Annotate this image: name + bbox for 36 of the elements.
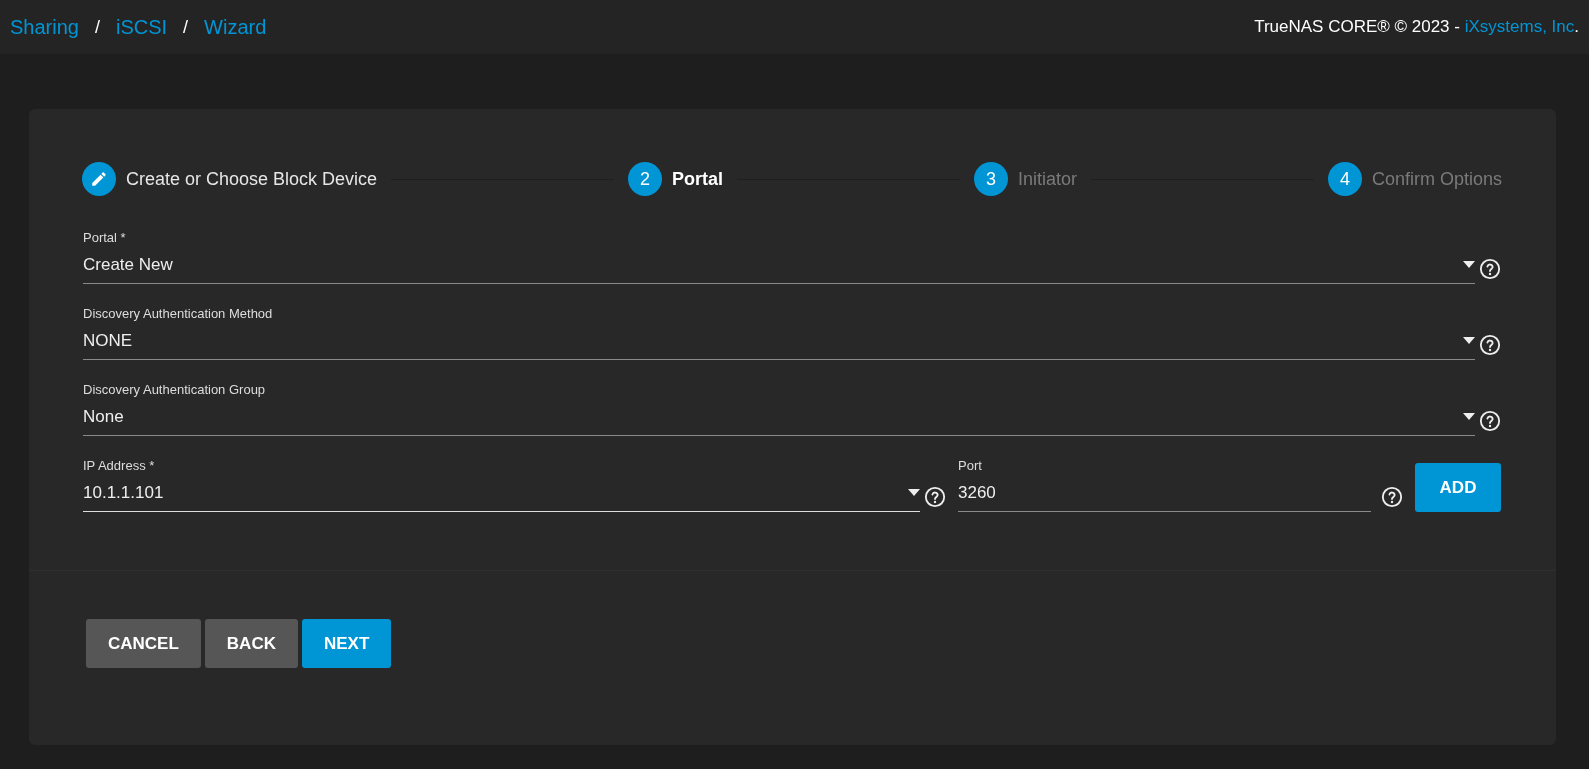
select-field[interactable]: Create New — [83, 251, 1475, 284]
select-field[interactable]: 10.1.1.101 — [83, 479, 920, 512]
copyright-link[interactable]: iXsystems, Inc — [1464, 17, 1575, 37]
select-field[interactable]: None — [83, 403, 1475, 436]
step-number: 2 — [628, 162, 663, 196]
dropdown-caret-icon — [1463, 336, 1475, 344]
breadcrumb-link[interactable]: Wizard — [204, 12, 267, 42]
step-number: 3 — [974, 162, 1008, 196]
help-icon — [1479, 258, 1501, 280]
step-label: Create or Choose Block Device — [126, 167, 378, 191]
breadcrumb-link[interactable]: iSCSI — [115, 12, 168, 42]
help-icon — [1381, 486, 1403, 508]
copyright-text: TrueNAS CORE® © 2023 - iXsystems, Inc. — [1254, 16, 1579, 39]
action-button[interactable]: BACK — [204, 619, 298, 668]
select-field[interactable]: NONE — [83, 327, 1475, 360]
step-number: 4 — [1327, 162, 1362, 196]
breadcrumb-separator: / — [94, 15, 100, 39]
field-label: Discovery Authentication Group — [83, 381, 267, 399]
breadcrumb-link[interactable]: Sharing — [10, 12, 79, 42]
help-icon — [924, 486, 946, 508]
dropdown-caret-icon — [908, 488, 920, 496]
action-button[interactable]: CANCEL — [86, 619, 201, 668]
help-icon — [1479, 334, 1501, 356]
breadcrumb-separator: / — [183, 15, 189, 39]
dropdown-caret-icon — [1463, 260, 1475, 268]
input-field[interactable]: 3260 — [958, 479, 1371, 512]
field-label: Portal * — [83, 229, 127, 247]
step-label: Confirm Options — [1371, 167, 1502, 191]
field-label: Discovery Authentication Method — [83, 305, 274, 323]
help-icon — [1479, 410, 1501, 432]
pencil-icon — [90, 170, 108, 188]
field-label: Port — [958, 457, 983, 475]
dropdown-caret-icon — [1463, 412, 1475, 420]
step-label: Initiator — [1018, 167, 1077, 191]
step-label: Portal — [672, 167, 724, 191]
field-label: IP Address * — [83, 457, 156, 475]
